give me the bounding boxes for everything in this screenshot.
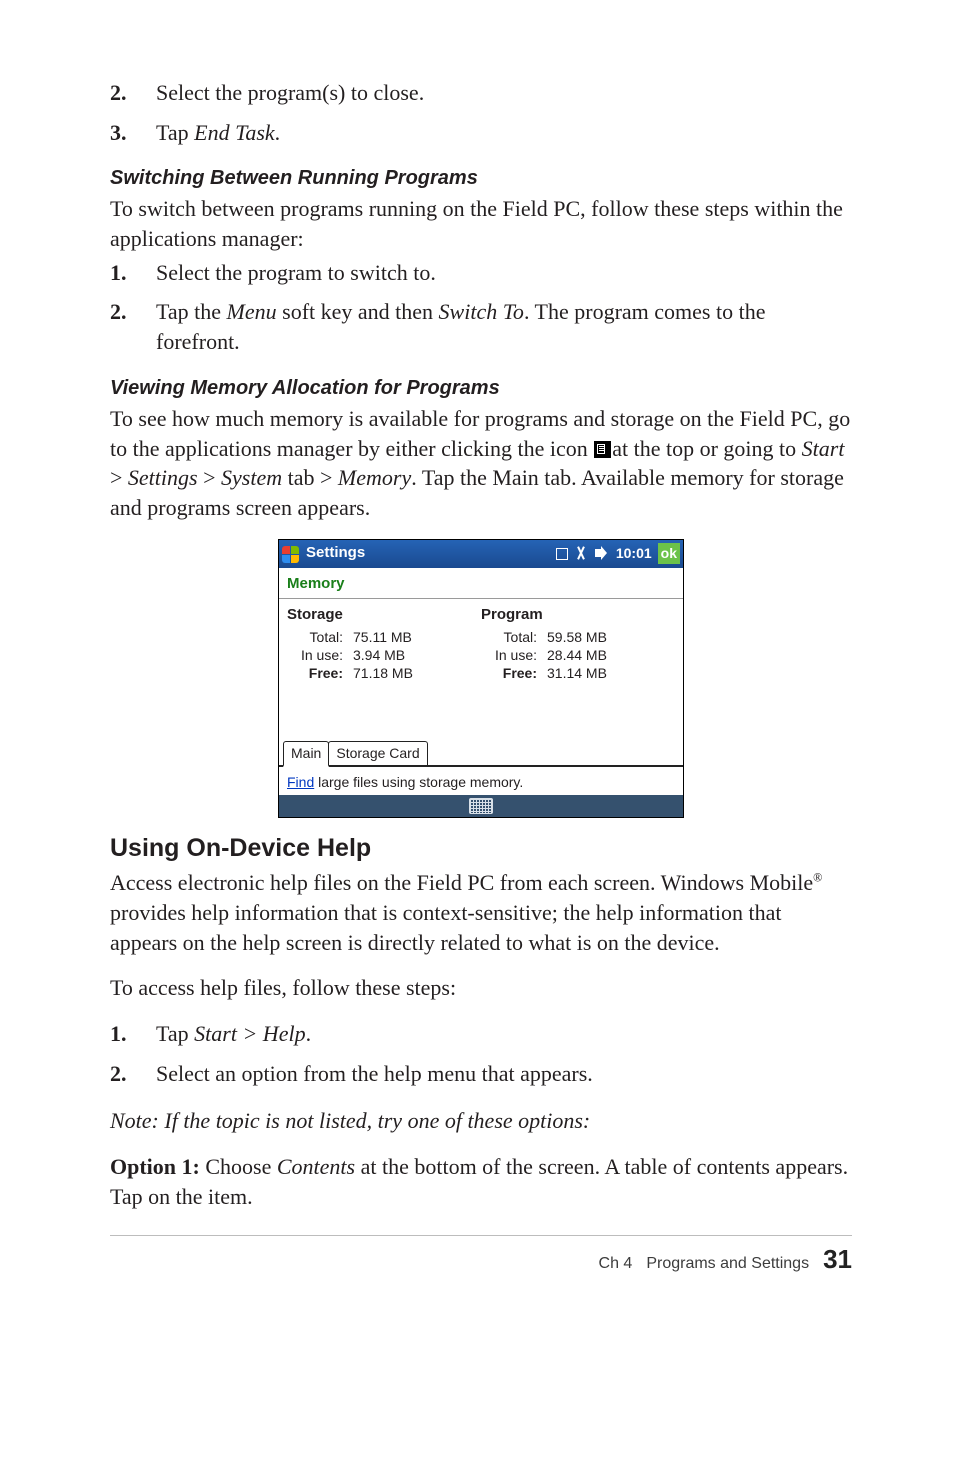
- keyboard-icon[interactable]: [469, 798, 493, 814]
- page-number: 31: [823, 1242, 852, 1277]
- list-item: 1. Tap Start > Help.: [110, 1019, 852, 1049]
- clock-time: 10:01: [616, 544, 652, 563]
- note-paragraph: Note: If the topic is not listed, try on…: [110, 1106, 852, 1136]
- step-text: Select an option from the help menu that…: [156, 1059, 593, 1089]
- option-1-paragraph: Option 1: Choose Contents at the bottom …: [110, 1152, 852, 1211]
- page-footer: Ch 4 Programs and Settings 31: [110, 1235, 852, 1277]
- list-item: 2. Select an option from the help menu t…: [110, 1059, 852, 1089]
- footer-section: Programs and Settings: [646, 1253, 809, 1275]
- list-item: 2. Tap the Menu soft key and then Switch…: [110, 297, 852, 356]
- ordered-list-close: 2. Select the program(s) to close. 3. Ta…: [110, 78, 852, 147]
- step-number: 2.: [110, 78, 156, 108]
- applications-manager-icon: [594, 441, 611, 458]
- device-screenshot: Settings 10:01 ok Memory Storage Total:7…: [278, 539, 684, 819]
- paragraph: To switch between programs running on th…: [110, 194, 852, 253]
- paragraph: To access help files, follow these steps…: [110, 973, 852, 1003]
- step-number: 2.: [110, 297, 156, 356]
- find-link[interactable]: Find: [287, 774, 314, 790]
- list-item: 2. Select the program(s) to close.: [110, 78, 852, 108]
- list-item: 3. Tap End Task.: [110, 118, 852, 148]
- screenshot-heading-memory: Memory: [287, 574, 675, 594]
- step-number: 1.: [110, 1019, 156, 1049]
- paragraph: To see how much memory is available for …: [110, 404, 852, 523]
- tab-storage-card[interactable]: Storage Card: [328, 741, 427, 765]
- screenshot-title: Settings: [306, 543, 365, 563]
- ordered-list-help: 1. Tap Start > Help. 2. Select an option…: [110, 1019, 852, 1088]
- step-number: 3.: [110, 118, 156, 148]
- step-text: Select the program(s) to close.: [156, 78, 424, 108]
- step-text: Select the program to switch to.: [156, 258, 436, 288]
- system-tray: 10:01: [556, 544, 652, 563]
- screenshot-titlebar: Settings 10:01 ok: [279, 540, 683, 568]
- paragraph: Access electronic help files on the Fiel…: [110, 868, 852, 957]
- registered-symbol: ®: [813, 871, 822, 885]
- storage-column: Storage Total:75.11 MB In use:3.94 MB Fr…: [287, 605, 481, 683]
- screenshot-bottom-bar: [279, 795, 683, 817]
- step-text: Tap End Task.: [156, 118, 280, 148]
- step-text: Tap Start > Help.: [156, 1019, 311, 1049]
- subheading-viewing-memory: Viewing Memory Allocation for Programs: [110, 375, 852, 402]
- volume-icon: [595, 546, 610, 561]
- tab-main[interactable]: Main: [283, 741, 329, 767]
- network-icon: [556, 548, 568, 560]
- antenna-off-icon: [574, 546, 589, 561]
- tab-strip: Main Storage Card: [279, 741, 683, 767]
- program-column: Program Total:59.58 MB In use:28.44 MB F…: [481, 605, 675, 683]
- ordered-list-switch: 1. Select the program to switch to. 2. T…: [110, 258, 852, 357]
- windows-flag-icon: [282, 545, 300, 563]
- list-item: 1. Select the program to switch to.: [110, 258, 852, 288]
- ok-button[interactable]: ok: [658, 543, 680, 564]
- step-number: 2.: [110, 1059, 156, 1089]
- footer-chapter: Ch 4: [599, 1253, 633, 1275]
- step-number: 1.: [110, 258, 156, 288]
- heading-on-device-help: Using On-Device Help: [110, 832, 852, 866]
- find-row: Find large files using storage memory.: [279, 769, 683, 796]
- step-text: Tap the Menu soft key and then Switch To…: [156, 297, 852, 356]
- subheading-switching: Switching Between Running Programs: [110, 165, 852, 192]
